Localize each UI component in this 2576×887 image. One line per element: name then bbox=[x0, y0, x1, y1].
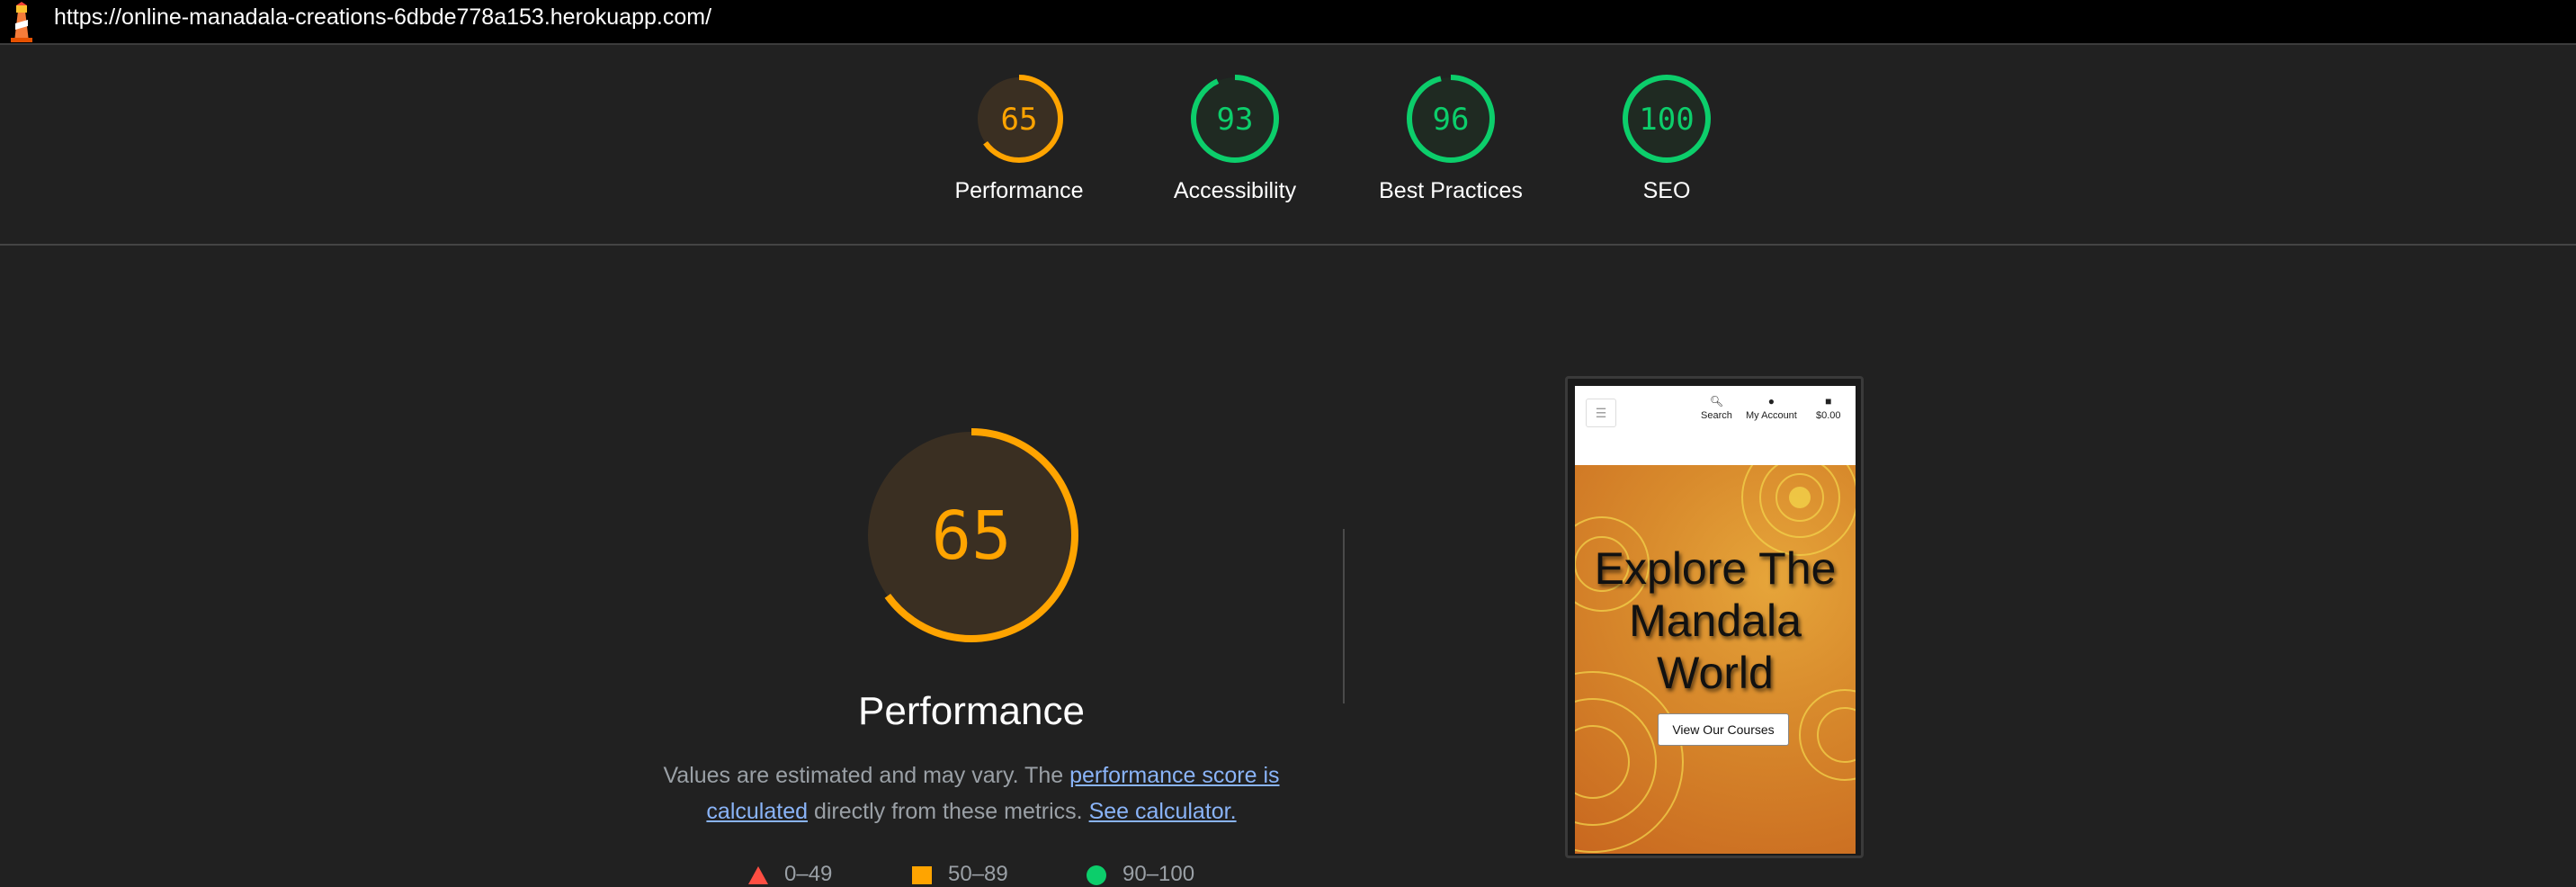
gauge-seo[interactable]: 100 SEO bbox=[1568, 74, 1766, 204]
thumb-hero-heading: Explore The Mandala World bbox=[1575, 542, 1856, 699]
gauge-score: 93 bbox=[1217, 102, 1254, 138]
performance-description: Values are estimated and may vary. The p… bbox=[657, 757, 1286, 829]
gauge-ring: 93 bbox=[1191, 75, 1279, 163]
thumb-search: 🔍︎ Search bbox=[1701, 395, 1732, 421]
thumb-hero-line1: Explore The bbox=[1594, 543, 1837, 594]
circle-icon bbox=[1087, 865, 1106, 885]
gauge-score: 65 bbox=[1001, 102, 1038, 138]
performance-score: 65 bbox=[931, 497, 1011, 575]
legend-fail-range: 0–49 bbox=[784, 862, 833, 886]
triangle-icon bbox=[748, 865, 768, 884]
performance-title: Performance bbox=[858, 689, 1085, 733]
thumb-hero-line2: Mandala bbox=[1629, 596, 1802, 646]
thumb-cart: ■ $0.00 bbox=[1816, 395, 1841, 421]
desc-prefix: Values are estimated and may vary. The bbox=[663, 763, 1070, 788]
hamburger-icon: ☰ bbox=[1586, 399, 1616, 427]
thumb-view-courses-button: View Our Courses bbox=[1658, 713, 1789, 746]
gauge-best-practices[interactable]: 96 Best Practices bbox=[1352, 74, 1550, 204]
user-icon: ● bbox=[1767, 395, 1775, 408]
gauge-score: 100 bbox=[1639, 102, 1694, 138]
section-divider bbox=[1343, 529, 1345, 703]
thumb-account: ● My Account bbox=[1746, 395, 1797, 421]
search-icon: 🔍︎ bbox=[1709, 395, 1724, 408]
gauge-ring: 96 bbox=[1407, 75, 1495, 163]
thumb-hero-line3: World bbox=[1657, 648, 1774, 698]
thumb-hero: Explore The Mandala World View Our Cours… bbox=[1575, 465, 1856, 854]
final-screenshot[interactable]: ☰ 🔍︎ Search ● My Account ■ $0.00 Explore… bbox=[1565, 376, 1864, 858]
gauge-ring: 65 bbox=[975, 75, 1063, 163]
see-calculator-link[interactable]: See calculator. bbox=[1089, 799, 1237, 824]
thumb-navbar: ☰ 🔍︎ Search ● My Account ■ $0.00 bbox=[1575, 386, 1856, 465]
gauge-label: Accessibility bbox=[1173, 178, 1297, 203]
score-summary: 65 Performance 93 Accessibility 96 Best … bbox=[0, 45, 2576, 246]
gauge-label: Best Practices bbox=[1379, 178, 1523, 203]
thumb-search-label: Search bbox=[1701, 410, 1732, 421]
performance-gauge: 65 bbox=[864, 428, 1078, 642]
legend-pass-range: 90–100 bbox=[1123, 862, 1195, 886]
desc-middle: directly from these metrics. bbox=[808, 799, 1089, 824]
gauge-accessibility[interactable]: 93 Accessibility bbox=[1136, 74, 1334, 204]
url-bar: https://online-manadala-creations-6dbde7… bbox=[0, 0, 2576, 45]
thumb-account-label: My Account bbox=[1746, 410, 1797, 421]
thumb-cart-label: $0.00 bbox=[1816, 410, 1841, 421]
gauge-ring: 100 bbox=[1623, 75, 1711, 163]
gauge-label: Performance bbox=[954, 178, 1084, 203]
square-icon bbox=[912, 865, 932, 884]
screenshot-image: ☰ 🔍︎ Search ● My Account ■ $0.00 Explore… bbox=[1575, 386, 1856, 854]
report-url[interactable]: https://online-manadala-creations-6dbde7… bbox=[54, 5, 711, 29]
legend-average-range: 50–89 bbox=[948, 862, 1008, 886]
gauge-label: SEO bbox=[1642, 178, 1691, 203]
lighthouse-logo-icon bbox=[11, 2, 32, 42]
gauge-performance[interactable]: 65 Performance bbox=[920, 74, 1118, 204]
bag-icon: ■ bbox=[1825, 395, 1832, 408]
gauge-score: 96 bbox=[1433, 102, 1470, 138]
